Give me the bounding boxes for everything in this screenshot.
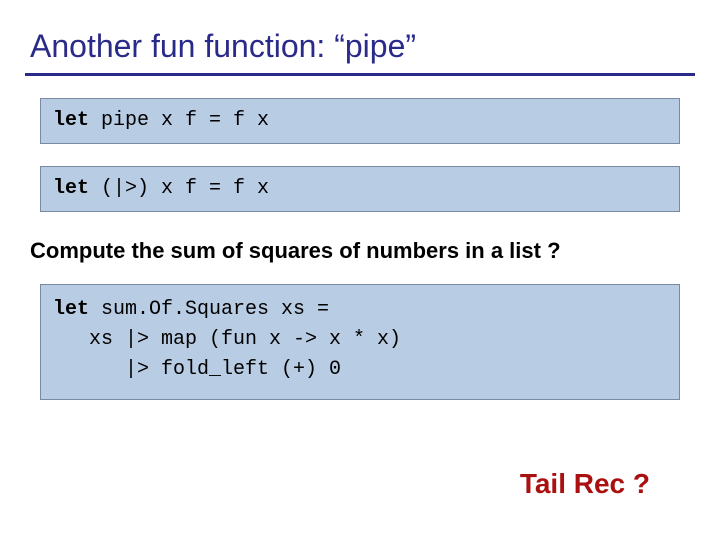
code-line1: sum.Of.Squares xs = — [89, 298, 329, 321]
keyword-let: let — [53, 298, 89, 321]
subtitle-text: Compute the sum of squares of numbers in… — [30, 238, 690, 264]
code-line3: |> fold_left (+) 0 — [53, 358, 341, 381]
title-underline — [25, 73, 695, 76]
code-block-pipe: let pipe x f = f x — [40, 98, 680, 144]
code-text: (|>) x f = f x — [89, 177, 269, 200]
keyword-let: let — [53, 177, 89, 200]
code-block-pipe-op: let (|>) x f = f x — [40, 166, 680, 212]
code-block-sumofsquares: let sum.Of.Squares xs = xs |> map (fun x… — [40, 284, 680, 400]
slide-title: Another fun function: “pipe” — [0, 0, 720, 73]
code-line2: xs |> map (fun x -> x * x) — [53, 328, 401, 351]
keyword-let: let — [53, 109, 89, 132]
code-text: pipe x f = f x — [89, 109, 269, 132]
tail-rec-label: Tail Rec ? — [520, 468, 650, 500]
